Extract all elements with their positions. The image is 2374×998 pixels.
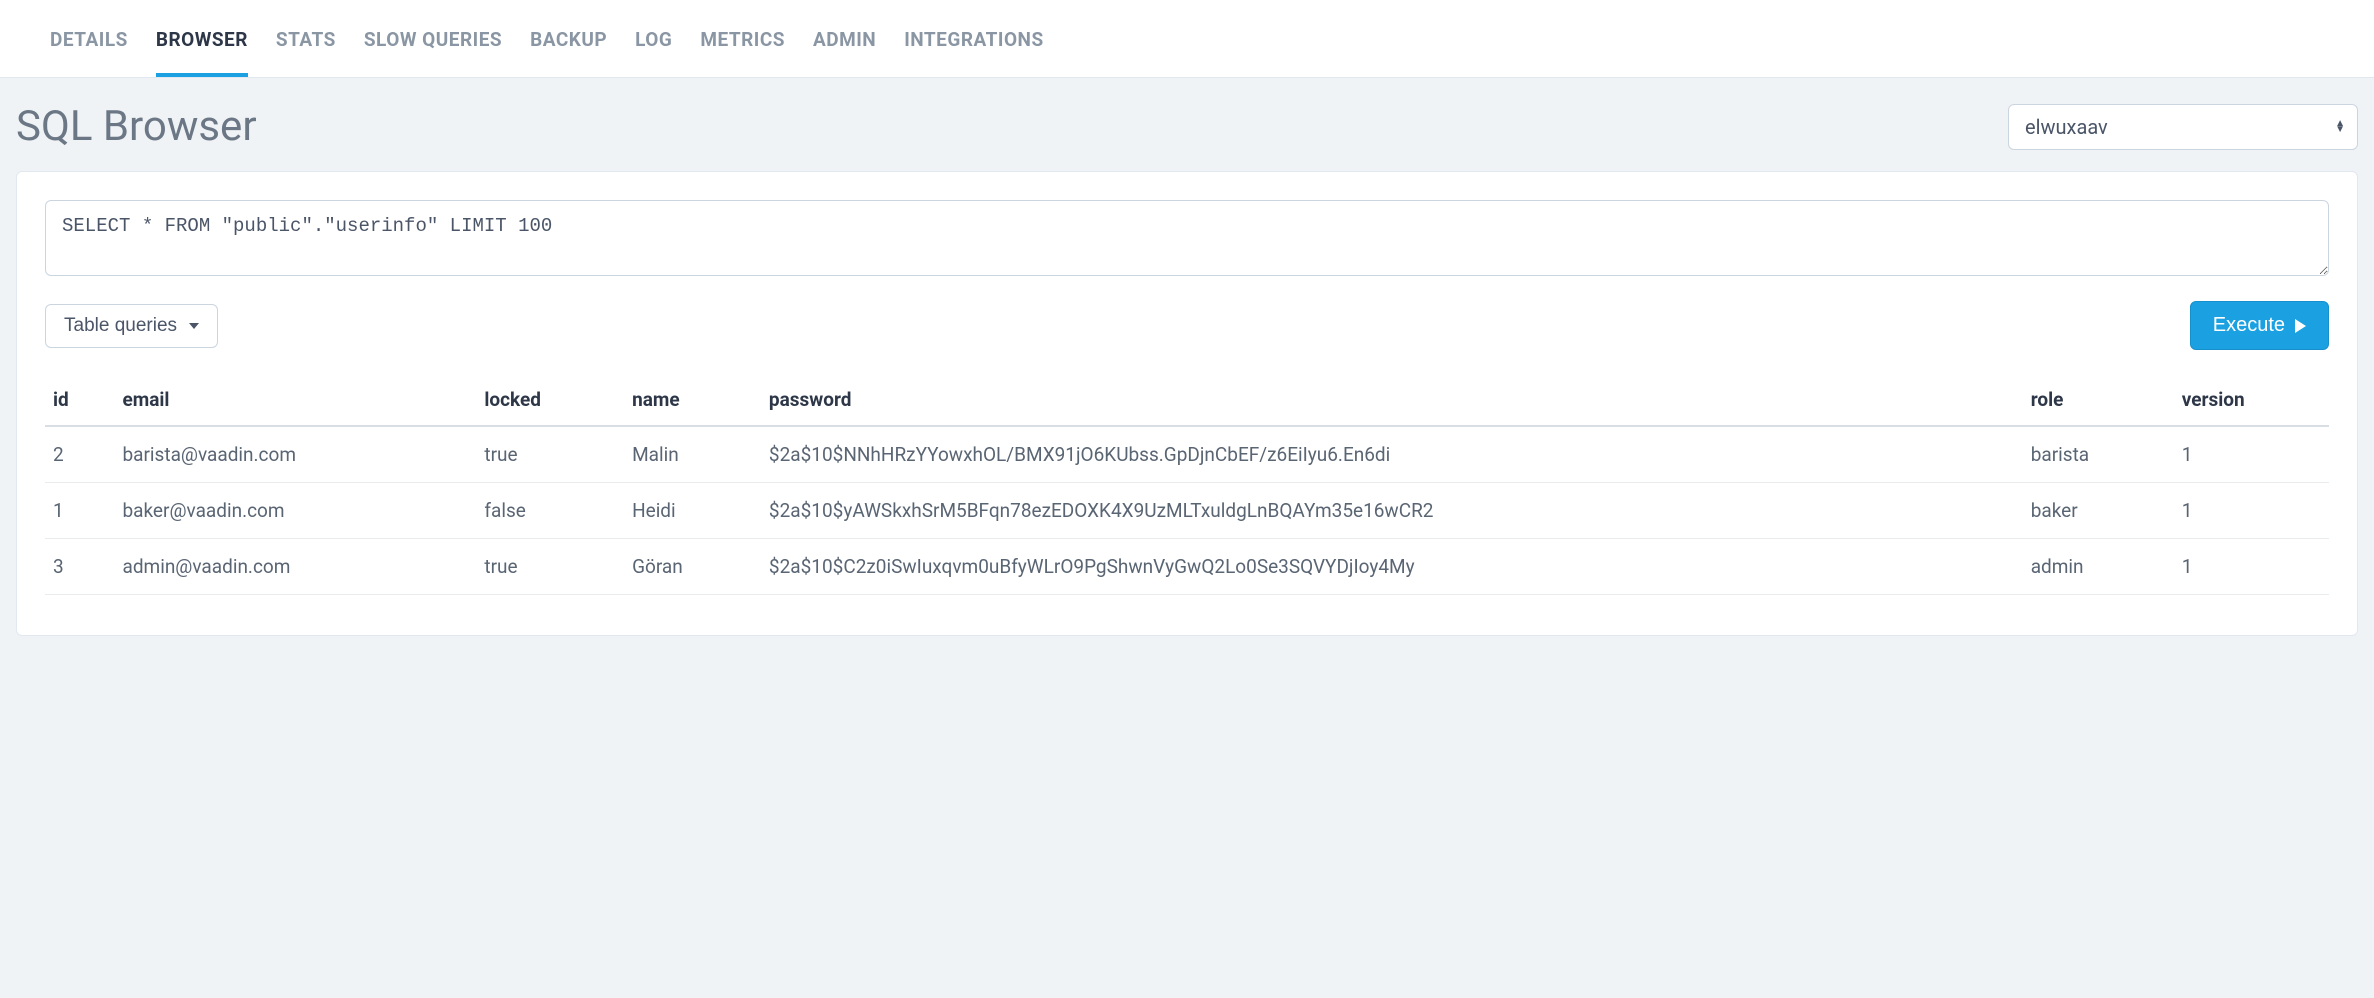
- cell-email: barista@vaadin.com: [110, 426, 472, 483]
- cell-password: $2a$10$C2z0iSwIuxqvm0uBfyWLrO9PgShwnVyGw…: [757, 539, 2019, 595]
- column-header-name: name: [620, 374, 757, 426]
- cell-name: Malin: [620, 426, 757, 483]
- cell-name: Göran: [620, 539, 757, 595]
- cell-role: admin: [2019, 539, 2170, 595]
- tab-log[interactable]: LOG: [635, 0, 672, 77]
- column-header-locked: locked: [472, 374, 620, 426]
- cell-email: baker@vaadin.com: [110, 483, 472, 539]
- cell-version: 1: [2170, 539, 2329, 595]
- page-header: SQL Browser elwuxaav ▲▼: [0, 78, 2374, 171]
- play-icon: [2295, 319, 2306, 333]
- cell-role: baker: [2019, 483, 2170, 539]
- table-queries-button[interactable]: Table queries: [45, 304, 218, 348]
- column-header-version: version: [2170, 374, 2329, 426]
- top-tabs: DETAILS BROWSER STATS SLOW QUERIES BACKUP LOG…: [0, 0, 2374, 78]
- cell-name: Heidi: [620, 483, 757, 539]
- cell-version: 1: [2170, 426, 2329, 483]
- select-arrows-icon: ▲▼: [2335, 121, 2345, 133]
- tab-integrations[interactable]: INTEGRATIONS: [904, 0, 1043, 77]
- tab-slow-queries[interactable]: SLOW QUERIES: [364, 0, 502, 77]
- tab-admin[interactable]: ADMIN: [813, 0, 876, 77]
- page-title: SQL Browser: [16, 102, 257, 151]
- cell-version: 1: [2170, 483, 2329, 539]
- cell-id: 1: [45, 483, 110, 539]
- cell-password: $2a$10$yAWSkxhSrM5BFqn78ezEDOXK4X9UzMLTx…: [757, 483, 2019, 539]
- cell-id: 2: [45, 426, 110, 483]
- tab-browser[interactable]: BROWSER: [156, 0, 248, 77]
- execute-label: Execute: [2213, 314, 2285, 337]
- caret-down-icon: [189, 323, 199, 329]
- column-header-role: role: [2019, 374, 2170, 426]
- column-header-email: email: [110, 374, 472, 426]
- query-toolbar: Table queries Execute: [45, 301, 2329, 350]
- sql-input[interactable]: [45, 200, 2329, 276]
- tab-metrics[interactable]: METRICS: [700, 0, 785, 77]
- cell-id: 3: [45, 539, 110, 595]
- table-queries-label: Table queries: [64, 315, 177, 337]
- table-row: 3admin@vaadin.comtrueGöran$2a$10$C2z0iSw…: [45, 539, 2329, 595]
- cell-role: barista: [2019, 426, 2170, 483]
- cell-password: $2a$10$NNhHRzYYowxhOL/BMX91jO6KUbss.GpDj…: [757, 426, 2019, 483]
- cell-email: admin@vaadin.com: [110, 539, 472, 595]
- execute-button[interactable]: Execute: [2190, 301, 2329, 350]
- database-select[interactable]: elwuxaav ▲▼: [2008, 104, 2358, 150]
- table-row: 2barista@vaadin.comtrueMalin$2a$10$NNhHR…: [45, 426, 2329, 483]
- results-table: idemaillockednamepasswordroleversion 2ba…: [45, 374, 2329, 595]
- tab-details[interactable]: DETAILS: [50, 0, 128, 77]
- cell-locked: true: [472, 426, 620, 483]
- column-header-id: id: [45, 374, 110, 426]
- query-panel: Table queries Execute idemaillockednamep…: [16, 171, 2358, 636]
- cell-locked: false: [472, 483, 620, 539]
- database-select-value: elwuxaav: [2025, 115, 2108, 139]
- tab-backup[interactable]: BACKUP: [530, 0, 607, 77]
- cell-locked: true: [472, 539, 620, 595]
- column-header-password: password: [757, 374, 2019, 426]
- tab-stats[interactable]: STATS: [276, 0, 336, 77]
- table-row: 1baker@vaadin.comfalseHeidi$2a$10$yAWSkx…: [45, 483, 2329, 539]
